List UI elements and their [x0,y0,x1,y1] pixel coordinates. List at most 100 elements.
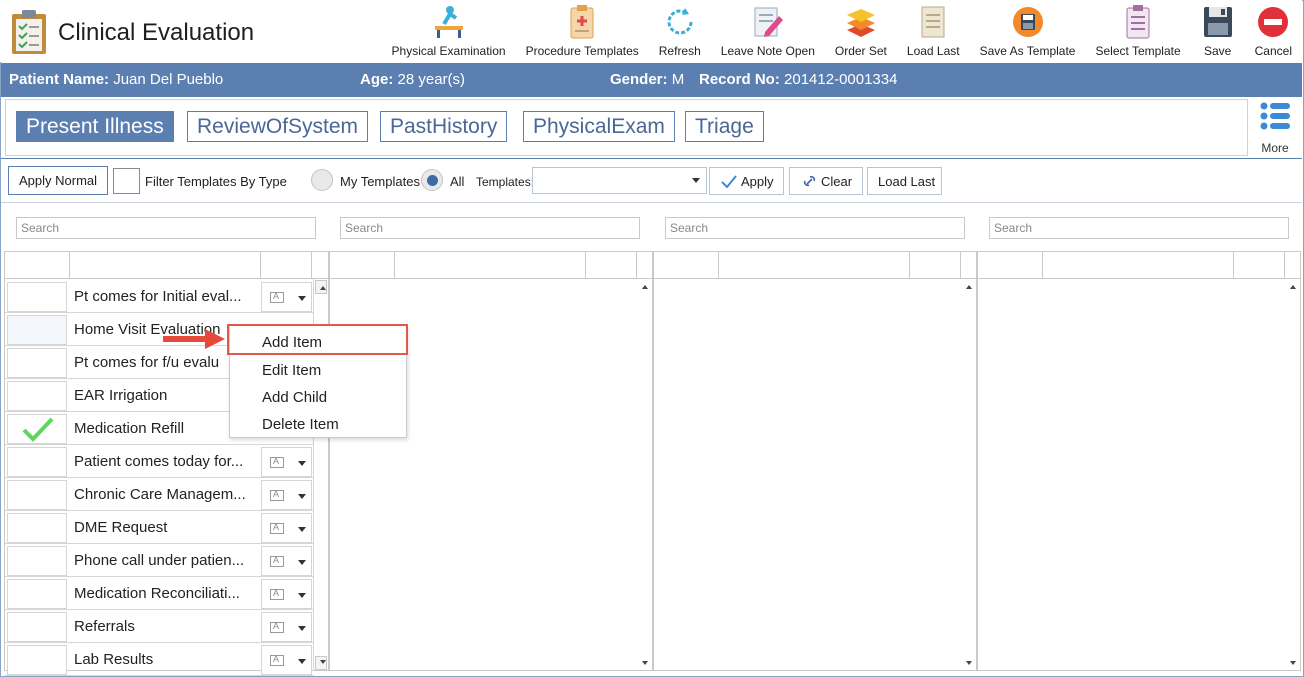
save-button[interactable]: Save [1191,4,1245,62]
table-row[interactable]: Referrals [5,610,314,643]
more-button[interactable]: More [1254,101,1296,155]
chevron-down-icon [298,296,306,301]
scroll-down-button[interactable] [1286,656,1298,670]
table-row[interactable]: DME Request [5,511,314,544]
row-label: Pt comes for Initial eval... [74,288,242,305]
templates-label: Templates: [476,175,535,189]
scroll-up-button[interactable] [1286,280,1298,294]
toolbar-label: Load Last [906,44,960,58]
leave-note-open-button[interactable]: Leave Note Open [711,4,825,62]
row-checkbox[interactable] [7,612,67,642]
row-checkbox[interactable] [7,282,67,312]
row-text-dropdown[interactable] [261,612,312,642]
toolbar-label: Save As Template [979,44,1076,58]
row-checkbox[interactable] [7,381,67,411]
pane-header [654,252,976,279]
patient-name-label: Patient Name: [9,71,110,88]
toolbar-label: Order Set [834,44,887,58]
search-input-pane-2[interactable] [340,217,640,239]
context-menu-delete-item[interactable]: Delete Item [262,416,339,433]
row-checkbox[interactable] [7,414,67,444]
pane-header [5,252,328,279]
text-format-icon [270,555,284,567]
scrollbar[interactable] [1285,279,1300,671]
row-checkbox[interactable] [7,315,67,345]
patient-gender-field: Gender: M [610,71,684,88]
scroll-down-button[interactable] [638,656,650,670]
select-template-icon [1126,5,1150,39]
row-text-dropdown[interactable] [261,579,312,609]
scroll-down-button[interactable] [315,656,327,670]
table-row[interactable]: Pt comes for Initial eval... [5,280,314,313]
procedure-templates-button[interactable]: Procedure Templates [516,4,649,62]
all-templates-radio[interactable] [421,169,443,191]
row-checkbox[interactable] [7,348,67,378]
table-row[interactable]: Medication Reconciliati... [5,577,314,610]
table-row[interactable]: Patient comes today for... [5,445,314,478]
table-row[interactable]: Chronic Care Managem... [5,478,314,511]
load-last-icon [921,6,945,38]
toolbar: Physical Examination Procedure Templates… [382,4,1302,62]
load-last-button[interactable]: Load Last [897,4,970,62]
text-format-icon [270,291,284,303]
scroll-up-button[interactable] [315,280,327,294]
arrow-right-icon [163,329,225,349]
row-checkbox[interactable] [7,645,67,675]
template-list-pane: Pt comes for Initial eval...Home Visit E… [4,251,329,676]
physical-exam-icon [434,6,463,38]
tab-review-of-system[interactable]: ReviewOfSystem [187,111,369,142]
templates-select[interactable] [532,167,707,194]
scroll-up-button[interactable] [638,280,650,294]
search-input-pane-1[interactable] [16,217,316,239]
filter-by-type-checkbox[interactable] [113,168,140,194]
my-templates-radio[interactable] [311,169,333,191]
save-as-template-button[interactable]: Save As Template [970,4,1086,62]
row-checkbox[interactable] [7,480,67,510]
tab-past-history[interactable]: PastHistory [380,111,508,142]
row-checkbox[interactable] [7,546,67,576]
header-cell [654,252,719,279]
chevron-down-icon [298,461,306,466]
row-checkbox[interactable] [7,579,67,609]
search-input-pane-3[interactable] [665,217,965,239]
row-text-dropdown[interactable] [261,447,312,477]
row-checkbox[interactable] [7,513,67,543]
load-last-filter-button[interactable]: Load Last [867,167,942,195]
row-checkbox[interactable] [7,447,67,477]
row-label: Patient comes today for... [74,453,244,470]
search-input-pane-4[interactable] [989,217,1289,239]
my-templates-label: My Templates [340,174,420,189]
refresh-icon [667,8,693,35]
scroll-up-button[interactable] [962,280,974,294]
select-template-button[interactable]: Select Template [1085,4,1190,62]
tab-present-illness[interactable]: Present Illness [16,111,174,142]
physical-examination-button[interactable]: Physical Examination [382,4,516,62]
tab-triage[interactable]: Triage [685,111,764,142]
tab-physical-exam[interactable]: PhysicalExam [523,111,675,142]
row-text-dropdown[interactable] [261,282,312,312]
scrollbar[interactable] [637,279,652,671]
clear-button[interactable]: Clear [789,167,863,195]
header-cell [978,252,1043,279]
table-row[interactable]: Lab Results [5,643,314,676]
row-text-dropdown[interactable] [261,645,312,675]
row-text-dropdown[interactable] [261,546,312,576]
row-text-dropdown[interactable] [261,513,312,543]
scroll-down-button[interactable] [962,656,974,670]
cancel-button[interactable]: Cancel [1245,4,1302,62]
context-menu-edit-item[interactable]: Edit Item [262,362,321,379]
child-list-pane [977,251,1301,671]
chevron-down-icon [298,527,306,532]
apply-normal-button[interactable]: Apply Normal [8,166,109,195]
scrollbar[interactable] [961,279,976,671]
order-set-button[interactable]: Order Set [825,4,897,62]
context-menu-add-child[interactable]: Add Child [262,389,327,406]
row-text-dropdown[interactable] [261,480,312,510]
table-row[interactable]: Phone call under patien... [5,544,314,577]
row-label: Referrals [74,618,135,635]
refresh-button[interactable]: Refresh [649,4,711,62]
add-item-highlight-box [227,324,408,355]
procedure-templates-icon [570,5,594,39]
patient-record-value: 201412-0001334 [784,71,898,88]
apply-button[interactable]: Apply [709,167,784,195]
